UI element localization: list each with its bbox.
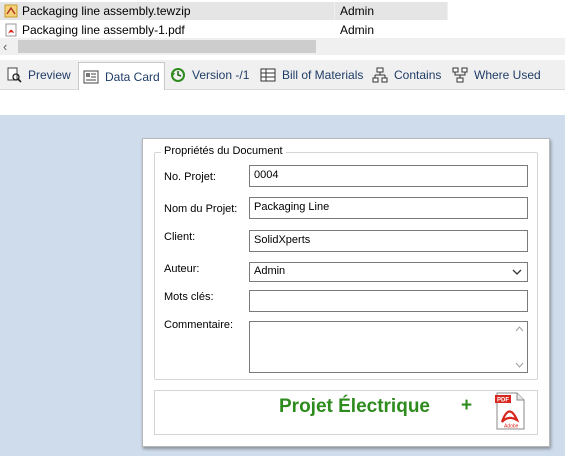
project-number-field[interactable]: 0004: [249, 165, 528, 187]
keywords-field[interactable]: [249, 290, 528, 312]
scroll-up-icon[interactable]: [515, 326, 524, 332]
tab-preview[interactable]: Preview: [6, 63, 71, 87]
author-selected-value: Admin: [254, 265, 286, 277]
tab-bill-of-materials[interactable]: Bill of Materials: [260, 63, 363, 87]
scrollbar-thumb[interactable]: [18, 40, 316, 53]
tab-strip: Preview Data Card Version -/1 Bill of Ma…: [0, 60, 565, 90]
data-card: Propriétés du Document No. Projet: 0004 …: [142, 138, 550, 447]
where-used-icon: [452, 67, 468, 83]
file-list: Packaging line assembly.tewzip Admin Pac…: [0, 0, 565, 39]
document-properties-group: Propriétés du Document No. Projet: 0004 …: [154, 145, 538, 380]
file-owner: Admin: [340, 4, 375, 18]
file-row[interactable]: Packaging line assembly.tewzip Admin: [0, 2, 565, 20]
tab-contains[interactable]: Contains: [372, 63, 441, 87]
data-card-icon: [83, 70, 99, 83]
comment-textarea[interactable]: [249, 321, 528, 373]
pdf-icon[interactable]: PDF Adobe: [493, 392, 527, 430]
tab-where-used[interactable]: Where Used: [452, 63, 541, 87]
author-label: Auteur:: [164, 263, 200, 275]
pdf-file-icon: [5, 23, 17, 37]
svg-text:PDF: PDF: [497, 398, 509, 404]
bom-icon: [260, 68, 276, 82]
toolbar-area: [0, 90, 565, 115]
footer-title: Projet Électrique: [279, 396, 430, 417]
comment-label: Commentaire:: [164, 319, 234, 331]
file-owner: Admin: [340, 23, 375, 37]
card-footer: Projet Électrique + PDF Adobe: [154, 390, 538, 435]
pdf-icon-label: Adobe: [504, 424, 519, 430]
scroll-left-icon[interactable]: ‹: [3, 38, 7, 55]
horizontal-scrollbar[interactable]: ‹: [0, 38, 565, 55]
tab-label: Version -/1: [192, 68, 250, 82]
project-name-label: Nom du Projet:: [164, 203, 238, 215]
add-button[interactable]: +: [461, 395, 472, 417]
project-name-field[interactable]: Packaging Line: [249, 197, 528, 219]
tab-label: Contains: [394, 68, 442, 82]
tab-data-card[interactable]: Data Card: [78, 62, 165, 90]
contains-icon: [372, 67, 388, 83]
scroll-down-icon[interactable]: [515, 362, 524, 368]
tab-label: Where Used: [474, 68, 541, 82]
tab-label: Preview: [28, 68, 71, 82]
project-number-label: No. Projet:: [164, 171, 216, 183]
client-label: Client:: [164, 231, 196, 243]
client-field[interactable]: SolidXperts: [249, 230, 528, 252]
comment-scrollbar[interactable]: [512, 322, 527, 372]
zip-file-icon: [4, 4, 18, 18]
chevron-down-icon[interactable]: [511, 266, 523, 278]
tab-label: Bill of Materials: [282, 68, 364, 82]
tab-version[interactable]: Version -/1: [170, 63, 249, 87]
version-icon: [171, 68, 185, 82]
tab-label: Data Card: [105, 69, 160, 84]
file-name: Packaging line assembly-1.pdf: [22, 23, 185, 37]
keywords-label: Mots clés:: [164, 291, 214, 303]
author-select[interactable]: Admin: [249, 262, 528, 282]
preview-icon: [7, 67, 22, 83]
file-name: Packaging line assembly.tewzip: [22, 4, 191, 18]
file-row[interactable]: Packaging line assembly-1.pdf Admin: [0, 21, 565, 39]
group-title: Propriétés du Document: [161, 145, 286, 157]
